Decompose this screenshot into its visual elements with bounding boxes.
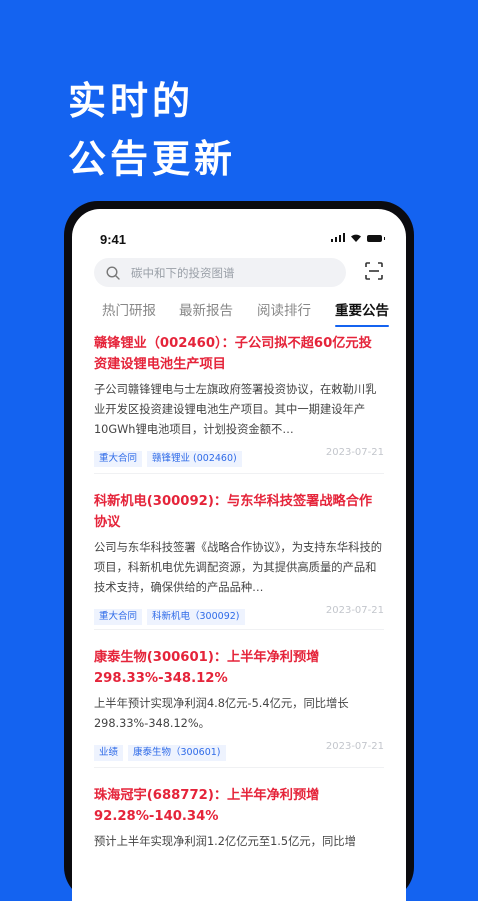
announcement-summary: 子公司赣锋锂电与士左旗政府签署投资协议，在敕勒川乳业开发区投资建设锂电池生产项目…	[94, 383, 377, 436]
phone-frame: 9:41 碳中和下的投资图谱 热门研报 最新报告 阅读排行 重要公告 赣锋锂业（…	[64, 201, 414, 901]
announcement-tag[interactable]: 赣锋锂业 (002460)	[147, 451, 242, 467]
divider	[94, 629, 384, 630]
announcement-card[interactable]: 珠海冠宇(688772)：上半年净利预增92.28%-140.34% 预计上半年…	[94, 785, 384, 852]
tab-important-announcements[interactable]: 重要公告	[335, 299, 389, 327]
tab-latest-reports[interactable]: 最新报告	[179, 299, 233, 319]
status-bar: 9:41	[100, 229, 385, 249]
announcement-title: 珠海冠宇(688772)：上半年净利预增92.28%-140.34%	[94, 788, 320, 824]
wifi-icon	[351, 234, 361, 242]
announcement-title: 赣锋锂业（002460）：子公司拟不超60亿元投资建设锂电池生产项目	[94, 336, 372, 372]
promo-headline: 实时的 公告更新	[68, 72, 236, 188]
announcement-title: 康泰生物(300601)：上半年净利预增298.33%-348.12%	[94, 650, 320, 686]
announcement-card[interactable]: 康泰生物(300601)：上半年净利预增298.33%-348.12% 上半年预…	[94, 647, 384, 761]
announcement-meta: 业绩 康泰生物（300601) 2023-07-21	[94, 740, 384, 761]
status-time: 9:41	[100, 232, 127, 247]
announcement-summary: 公司与东华科技签署《战略合作协议》，为支持东华科技的项目，科新机电优先调配资源，…	[94, 541, 383, 594]
divider	[94, 767, 384, 768]
divider	[94, 473, 384, 474]
search-icon	[106, 266, 120, 280]
announcement-date: 2023-07-21	[325, 741, 384, 752]
signal-icon	[330, 233, 345, 242]
status-icons	[330, 233, 385, 242]
category-tabs: 热门研报 最新报告 阅读排行 重要公告	[102, 299, 392, 329]
search-placeholder: 碳中和下的投资图谱	[131, 266, 235, 280]
announcement-tag[interactable]: 科新机电（300092)	[147, 609, 245, 625]
announcement-date: 2023-07-21	[325, 447, 384, 458]
announcement-tag[interactable]: 重大合同	[94, 609, 143, 625]
headline-line-2: 公告更新	[68, 136, 237, 181]
scan-icon[interactable]	[364, 261, 384, 281]
announcement-card[interactable]: 赣锋锂业（002460）：子公司拟不超60亿元投资建设锂电池生产项目 子公司赣锋…	[94, 333, 384, 467]
battery-icon	[367, 235, 385, 242]
tab-reading-ranking[interactable]: 阅读排行	[257, 299, 311, 319]
announcement-meta: 重大合同 赣锋锂业 (002460) 2023-07-21	[94, 446, 384, 467]
announcement-tag[interactable]: 康泰生物（300601)	[128, 745, 226, 761]
announcement-tag[interactable]: 重大合同	[94, 451, 143, 467]
search-bar[interactable]: 碳中和下的投资图谱	[94, 258, 346, 287]
headline-line-1: 实时的	[68, 78, 195, 123]
tab-hot-reports[interactable]: 热门研报	[102, 299, 156, 319]
announcement-meta: 重大合同 科新机电（300092) 2023-07-21	[94, 604, 384, 625]
announcement-summary: 上半年预计实现净利润4.8亿元-5.4亿元，同比增长298.33%-348.12…	[94, 697, 349, 730]
announcement-card[interactable]: 科新机电(300092)：与东华科技签署战略合作协议 公司与东华科技签署《战略合…	[94, 491, 384, 625]
announcement-summary: 预计上半年实现净利润1.2亿亿元至1.5亿元，同比增	[94, 835, 356, 848]
announcement-title: 科新机电(300092)：与东华科技签署战略合作协议	[94, 494, 373, 530]
announcement-tag[interactable]: 业绩	[94, 745, 124, 761]
phone-screen: 9:41 碳中和下的投资图谱 热门研报 最新报告 阅读排行 重要公告 赣锋锂业（…	[72, 209, 406, 901]
announcement-date: 2023-07-21	[325, 605, 384, 616]
